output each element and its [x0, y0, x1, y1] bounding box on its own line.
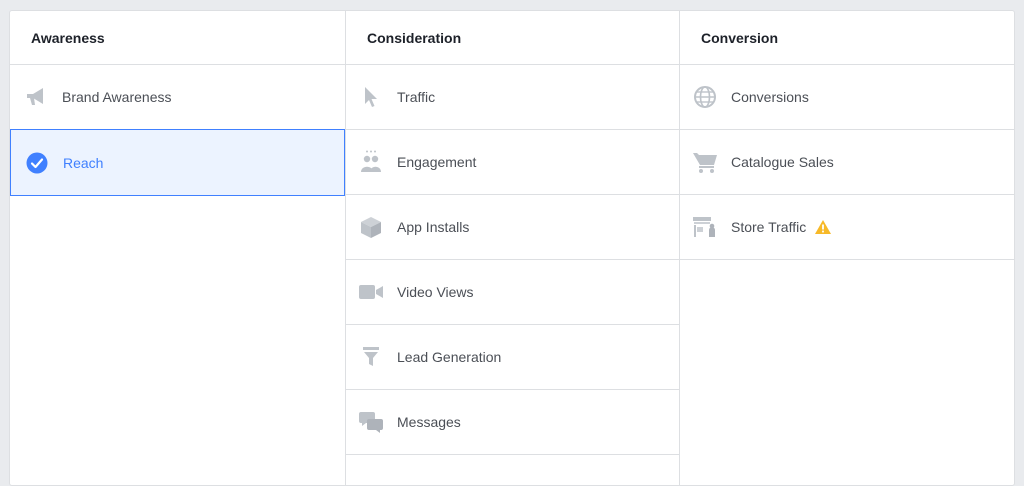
- objective-brand-awareness[interactable]: Brand Awareness: [10, 65, 345, 130]
- video-camera-icon: [358, 279, 384, 305]
- objective-label: Brand Awareness: [62, 89, 172, 105]
- objective-label: Reach: [63, 154, 104, 171]
- objective-engagement[interactable]: Engagement: [346, 130, 679, 195]
- cursor-icon: [358, 84, 384, 110]
- consideration-heading: Consideration: [346, 11, 679, 65]
- objective-label: Lead Generation: [397, 349, 502, 365]
- objective-app-installs[interactable]: App Installs: [346, 195, 679, 260]
- objective-label: Engagement: [397, 154, 477, 170]
- chat-bubbles-icon: [358, 409, 384, 435]
- store-icon: [692, 214, 718, 240]
- awareness-heading: Awareness: [10, 11, 345, 65]
- awareness-column: Awareness Brand Awareness Reach: [10, 11, 345, 485]
- warning-icon[interactable]: [814, 219, 832, 235]
- box-icon: [358, 214, 384, 240]
- consideration-column: Consideration Traffic Engagement App Ins…: [345, 11, 680, 485]
- check-circle-icon: [24, 150, 50, 176]
- objective-catalogue-sales[interactable]: Catalogue Sales: [680, 130, 1015, 195]
- people-icon: [358, 149, 384, 175]
- objective-label: Store Traffic: [731, 219, 807, 235]
- objective-panel: Awareness Brand Awareness Reach Consider…: [9, 10, 1015, 486]
- objective-traffic[interactable]: Traffic: [346, 65, 679, 130]
- objective-label: App Installs: [397, 219, 470, 235]
- objective-conversions[interactable]: Conversions: [680, 65, 1015, 130]
- megaphone-icon: [23, 84, 49, 110]
- funnel-icon: [358, 344, 384, 370]
- conversion-heading: Conversion: [680, 11, 1015, 65]
- objective-label: Traffic: [397, 89, 436, 105]
- conversion-column: Conversion Conversions Catalogue Sales S…: [680, 11, 1015, 485]
- objective-label: Video Views: [397, 284, 474, 300]
- objective-lead-generation[interactable]: Lead Generation: [346, 325, 679, 390]
- objective-label: Catalogue Sales: [731, 154, 834, 170]
- objective-video-views[interactable]: Video Views: [346, 260, 679, 325]
- objective-reach[interactable]: Reach: [10, 129, 345, 196]
- objective-store-traffic[interactable]: Store Traffic: [680, 195, 1015, 260]
- globe-icon: [692, 84, 718, 110]
- objective-label: Conversions: [731, 89, 809, 105]
- objective-messages[interactable]: Messages: [346, 390, 679, 455]
- objective-label: Messages: [397, 414, 461, 430]
- shopping-cart-icon: [692, 149, 718, 175]
